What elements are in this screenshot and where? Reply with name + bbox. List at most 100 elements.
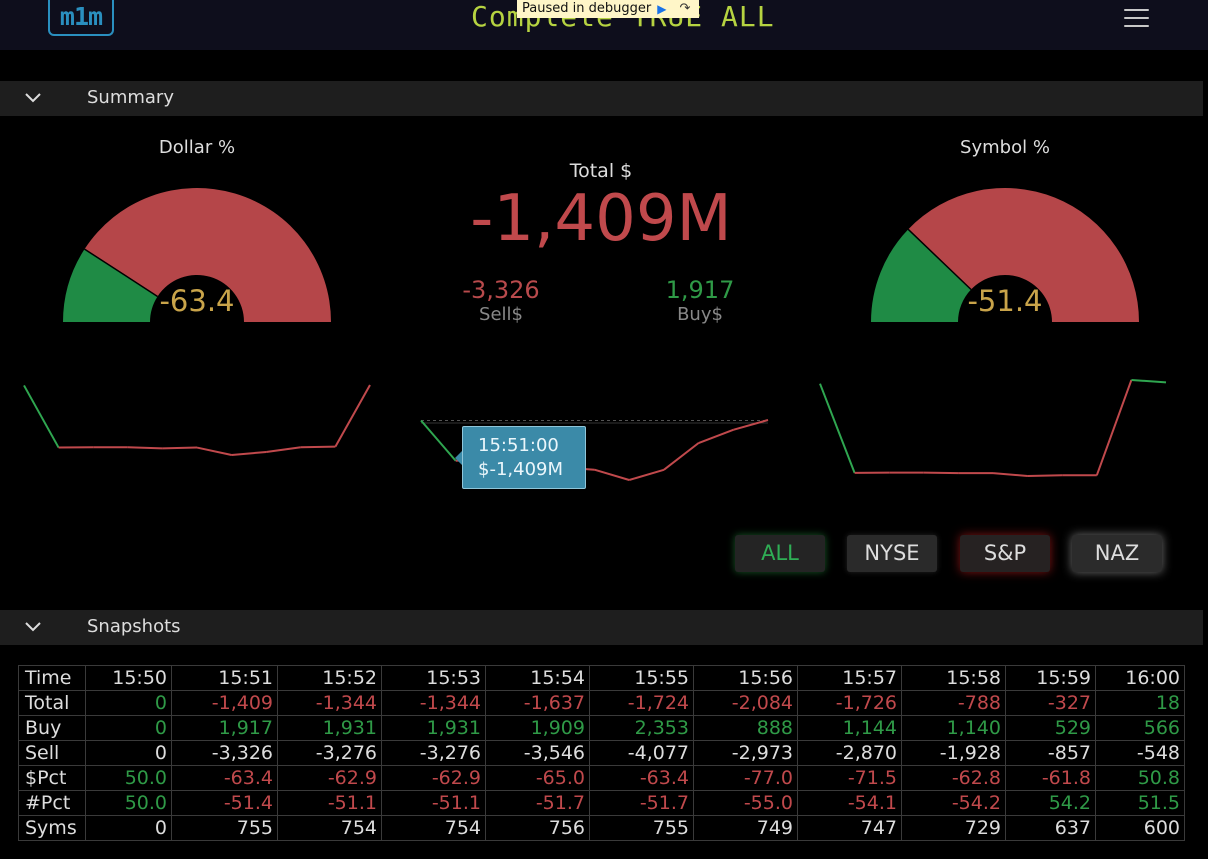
table-cell: -65.0 <box>485 765 590 791</box>
snapshots-table: Time 15:50 15:51 15:52 15:53 15:54 15:55 15:56 1… <box>18 665 1185 841</box>
table-cell: 756 <box>485 815 590 841</box>
table-row: $Pct 50.0 -63.4 -62.9 -62.9 -65.0 -63.4 -77.0 -7… <box>18 765 1185 791</box>
table-cell: 755 <box>171 815 278 841</box>
table-cell: 18 <box>1095 690 1185 716</box>
table-cell: -857 <box>1005 740 1096 766</box>
row-label: Buy <box>18 715 86 741</box>
symbol-gauge-value: -51.4 <box>967 284 1043 318</box>
table-cell: 637 <box>1005 815 1096 841</box>
table-cell: 1,931 <box>277 715 382 741</box>
table-cell: 0 <box>85 815 172 841</box>
table-cell: 0 <box>85 715 172 741</box>
logo[interactable]: m1m <box>48 0 114 36</box>
sparkline-segment <box>334 384 371 448</box>
column-header: 15:57 <box>797 665 902 691</box>
column-header-time: Time <box>18 665 86 691</box>
chart-tooltip: 15:51:00 $-1,409M <box>462 426 586 489</box>
sparkline-segment <box>733 419 769 431</box>
table-cell: -63.4 <box>171 765 278 791</box>
row-label: $Pct <box>18 765 86 791</box>
summary-section-header[interactable]: Summary <box>0 81 1203 116</box>
table-cell: 2,353 <box>589 715 694 741</box>
table-cell: -3,276 <box>277 740 382 766</box>
total-label: Total $ <box>569 160 633 182</box>
chevron-down-icon <box>25 622 41 632</box>
table-cell: 1,909 <box>485 715 590 741</box>
sparkline-segment <box>819 383 856 474</box>
row-label: Total <box>18 690 86 716</box>
row-label: Sell <box>18 740 86 766</box>
hamburger-menu-icon[interactable] <box>1124 9 1149 29</box>
resume-icon[interactable]: ▶ <box>653 0 673 18</box>
table-cell: 0 <box>85 690 172 716</box>
table-cell: 51.5 <box>1095 790 1185 816</box>
table-cell: -62.9 <box>277 765 382 791</box>
table-cell: -62.8 <box>901 765 1006 791</box>
tooltip-value: $-1,409M <box>478 459 564 480</box>
column-header: 15:55 <box>589 665 694 691</box>
table-cell: -3,326 <box>171 740 278 766</box>
sparkline-segment <box>1095 379 1133 476</box>
column-header: 15:56 <box>693 665 798 691</box>
column-header: 16:00 <box>1095 665 1185 691</box>
sparkline-segment <box>23 384 60 449</box>
table-cell: -62.9 <box>381 765 486 791</box>
table-cell: -54.1 <box>797 790 902 816</box>
sparkline-segment <box>992 472 1028 477</box>
column-header: 15:58 <box>901 665 1006 691</box>
table-cell: -1,344 <box>277 690 382 716</box>
sparkline-segment <box>162 446 198 450</box>
table-cell: 754 <box>277 815 382 841</box>
table-cell: -1,409 <box>171 690 278 716</box>
snapshots-section-header[interactable]: Snapshots <box>0 610 1203 645</box>
symbol-gauge-title: Symbol % <box>960 137 1050 158</box>
table-cell: -548 <box>1095 740 1185 766</box>
column-header: 15:50 <box>85 665 172 691</box>
table-cell: -1,726 <box>797 690 902 716</box>
table-cell: -788 <box>901 690 1006 716</box>
table-cell: 747 <box>797 815 902 841</box>
table-cell: 54.2 <box>1005 790 1096 816</box>
row-label: Syms <box>18 815 86 841</box>
sparkline-segment <box>923 471 959 475</box>
table-cell: -51.1 <box>381 790 486 816</box>
table-cell: 1,917 <box>171 715 278 741</box>
table-cell: -4,077 <box>589 740 694 766</box>
table-header-row: Time 15:50 15:51 15:52 15:53 15:54 15:55 15:56 1… <box>18 665 1185 691</box>
sparkline-segment <box>266 446 301 453</box>
table-cell: 1,144 <box>797 715 902 741</box>
sell-value: -3,326 <box>462 276 540 304</box>
table-cell: -51.7 <box>485 790 590 816</box>
buy-label: Buy$ <box>677 304 723 325</box>
filter-all-button[interactable]: ALL <box>735 535 825 572</box>
column-header: 15:51 <box>171 665 278 691</box>
table-cell: 50.0 <box>85 790 172 816</box>
table-cell: -2,973 <box>693 740 798 766</box>
table-cell: -2,084 <box>693 690 798 716</box>
logo-text: m1m <box>59 2 103 31</box>
table-cell: -3,546 <box>485 740 590 766</box>
dollar-pct-sparkline[interactable] <box>23 384 371 456</box>
table-cell: 600 <box>1095 815 1185 841</box>
filter-sp-button[interactable]: S&P <box>960 535 1050 572</box>
table-row: Buy 0 1,917 1,931 1,931 1,909 2,353 888 1,144 1,1… <box>18 715 1185 741</box>
filter-naz-button[interactable]: NAZ <box>1072 535 1162 572</box>
sparkline-segment <box>420 419 457 462</box>
filter-nyse-button[interactable]: NYSE <box>847 535 937 572</box>
table-cell: -1,724 <box>589 690 694 716</box>
table-cell: -54.2 <box>901 790 1006 816</box>
table-cell: 529 <box>1005 715 1096 741</box>
sparkline-segment <box>628 468 665 481</box>
sparkline-segment <box>300 445 336 449</box>
step-over-icon[interactable]: ↷ <box>675 0 695 18</box>
table-cell: -51.4 <box>171 790 278 816</box>
buy-value: 1,917 <box>665 276 735 304</box>
dollar-gauge-value: -63.4 <box>159 284 235 318</box>
column-header: 15:53 <box>381 665 486 691</box>
table-cell: -1,637 <box>485 690 590 716</box>
snapshots-section-title: Snapshots <box>87 616 181 637</box>
symbol-pct-sparkline[interactable] <box>819 379 1167 477</box>
table-row: Sell 0 -3,326 -3,276 -3,276 -3,546 -4,077 -2,97… <box>18 740 1185 766</box>
tooltip-time: 15:51:00 <box>478 435 559 456</box>
table-row: Total 0 -1,409 -1,344 -1,344 -1,637 -1,724 -2,0… <box>18 690 1185 716</box>
